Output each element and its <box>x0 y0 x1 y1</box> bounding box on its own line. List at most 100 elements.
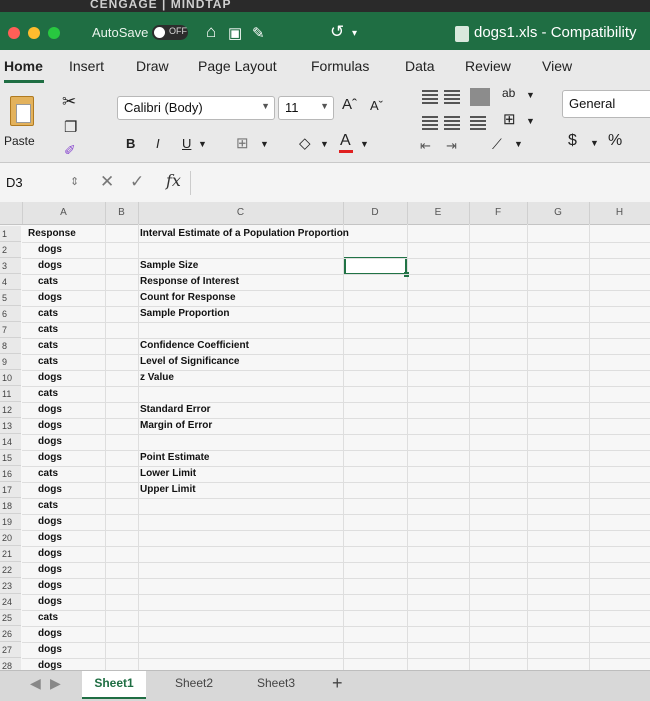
cell-a10[interactable]: dogs <box>26 370 136 386</box>
cell-a2[interactable]: dogs <box>26 242 136 258</box>
row-header[interactable]: 27 <box>0 642 21 658</box>
row-header[interactable]: 2 <box>0 242 21 258</box>
undo-icon[interactable]: ↺ <box>330 22 344 42</box>
align-top-icon[interactable] <box>422 90 438 104</box>
row-header[interactable]: 12 <box>0 402 21 418</box>
cancel-formula-button[interactable]: ✕ <box>100 172 114 192</box>
increase-indent-icon[interactable]: ⇥ <box>446 138 457 154</box>
cell-a17[interactable]: dogs <box>26 482 136 498</box>
cell-c10[interactable]: z Value <box>140 370 174 386</box>
row-header[interactable]: 7 <box>0 322 21 338</box>
cell-a22[interactable]: dogs <box>26 562 136 578</box>
wrap-text-icon[interactable]: ab <box>502 86 515 100</box>
cell-a6[interactable]: cats <box>26 306 136 322</box>
percent-button[interactable]: % <box>608 132 622 150</box>
bold-button[interactable]: B <box>126 136 135 151</box>
cell-a18[interactable]: cats <box>26 498 136 514</box>
active-cell-d3[interactable] <box>344 257 409 277</box>
enter-formula-button[interactable]: ✓ <box>130 172 144 192</box>
chevron-down-icon[interactable]: ▼ <box>526 90 535 100</box>
column-header-h[interactable]: H <box>589 202 650 224</box>
currency-button[interactable]: $ <box>568 132 577 150</box>
tab-formulas[interactable]: Formulas <box>311 58 369 74</box>
minimize-window-button[interactable] <box>28 27 40 39</box>
cell-c1[interactable]: Interval Estimate of a Population Propor… <box>140 226 349 242</box>
cell-a27[interactable]: dogs <box>26 642 136 658</box>
row-header[interactable]: 8 <box>0 338 21 354</box>
cell-c12[interactable]: Standard Error <box>140 402 211 418</box>
chevron-down-icon[interactable]: ▼ <box>590 138 599 148</box>
chevron-down-icon[interactable]: ▼ <box>260 139 269 149</box>
cell-a4[interactable]: cats <box>26 274 136 290</box>
cell-c6[interactable]: Sample Proportion <box>140 306 229 322</box>
grow-font-button[interactable]: Aˆ <box>342 96 357 113</box>
autosave-toggle[interactable]: OFF <box>152 25 188 40</box>
cell-a16[interactable]: cats <box>26 466 136 482</box>
row-header[interactable]: 11 <box>0 386 21 402</box>
chevron-down-icon[interactable]: ▼ <box>198 139 207 149</box>
cell-a26[interactable]: dogs <box>26 626 136 642</box>
cell-c4[interactable]: Response of Interest <box>140 274 239 290</box>
copy-icon[interactable]: ❐ <box>64 118 77 136</box>
italic-button[interactable]: I <box>156 136 160 151</box>
formula-input[interactable] <box>190 171 646 195</box>
cell-c9[interactable]: Level of Significance <box>140 354 239 370</box>
shrink-font-button[interactable]: Aˇ <box>370 98 383 113</box>
tab-draw[interactable]: Draw <box>136 58 169 74</box>
row-header[interactable]: 15 <box>0 450 21 466</box>
cell-a25[interactable]: cats <box>26 610 136 626</box>
column-header-g[interactable]: G <box>527 202 590 224</box>
row-header[interactable]: 6 <box>0 306 21 322</box>
row-header[interactable]: 14 <box>0 434 21 450</box>
row-header[interactable]: 3 <box>0 258 21 274</box>
cell-c15[interactable]: Point Estimate <box>140 450 209 466</box>
insert-function-button[interactable]: fx <box>166 171 181 190</box>
tab-review[interactable]: Review <box>465 58 511 74</box>
chevron-down-icon[interactable]: ▼ <box>320 139 329 149</box>
row-header[interactable]: 23 <box>0 578 21 594</box>
align-center-icon[interactable] <box>444 116 460 130</box>
cell-c8[interactable]: Confidence Coefficient <box>140 338 249 354</box>
column-header-e[interactable]: E <box>407 202 470 224</box>
cell-a14[interactable]: dogs <box>26 434 136 450</box>
cell-a7[interactable]: cats <box>26 322 136 338</box>
number-format-dropdown[interactable]: General <box>562 90 650 118</box>
name-box-stepper-icon[interactable]: ⇕ <box>70 175 79 188</box>
cell-a28[interactable]: dogs <box>26 658 136 670</box>
chevron-down-icon[interactable]: ▾ <box>352 28 357 39</box>
column-header-d[interactable]: D <box>343 202 408 224</box>
row-header[interactable]: 21 <box>0 546 21 562</box>
font-name-dropdown[interactable]: Calibri (Body) ▼ <box>117 96 275 120</box>
cell-a8[interactable]: cats <box>26 338 136 354</box>
cell-a24[interactable]: dogs <box>26 594 136 610</box>
row-header[interactable]: 4 <box>0 274 21 290</box>
cell-a11[interactable]: cats <box>26 386 136 402</box>
column-header-a[interactable]: A <box>22 202 106 224</box>
cell-c3[interactable]: Sample Size <box>140 258 198 274</box>
tab-page-layout[interactable]: Page Layout <box>198 58 277 74</box>
cell-c17[interactable]: Upper Limit <box>140 482 196 498</box>
underline-button[interactable]: U <box>182 136 191 151</box>
select-all-corner[interactable] <box>0 202 23 224</box>
add-sheet-button[interactable]: + <box>332 673 343 694</box>
row-header[interactable]: 18 <box>0 498 21 514</box>
cell-a1[interactable]: Response <box>26 226 136 242</box>
column-header-c[interactable]: C <box>138 202 344 224</box>
previous-sheet-icon[interactable]: ◀ <box>30 675 41 692</box>
row-header[interactable]: 5 <box>0 290 21 306</box>
spreadsheet-grid[interactable]: A B C D E F G H Interval Estimate of a P… <box>0 202 650 670</box>
cell-a12[interactable]: dogs <box>26 402 136 418</box>
tab-insert[interactable]: Insert <box>69 58 104 74</box>
cell-a15[interactable]: dogs <box>26 450 136 466</box>
tab-home[interactable]: Home <box>4 58 43 74</box>
save-icon[interactable]: ▣ <box>228 24 242 42</box>
row-header[interactable]: 9 <box>0 354 21 370</box>
align-right-icon[interactable] <box>470 116 486 130</box>
row-header[interactable]: 13 <box>0 418 21 434</box>
cell-a3[interactable]: dogs <box>26 258 136 274</box>
cell-c13[interactable]: Margin of Error <box>140 418 212 434</box>
cell-a20[interactable]: dogs <box>26 530 136 546</box>
cell-a13[interactable]: dogs <box>26 418 136 434</box>
chevron-down-icon[interactable]: ▼ <box>526 116 535 126</box>
cell-c5[interactable]: Count for Response <box>140 290 236 306</box>
